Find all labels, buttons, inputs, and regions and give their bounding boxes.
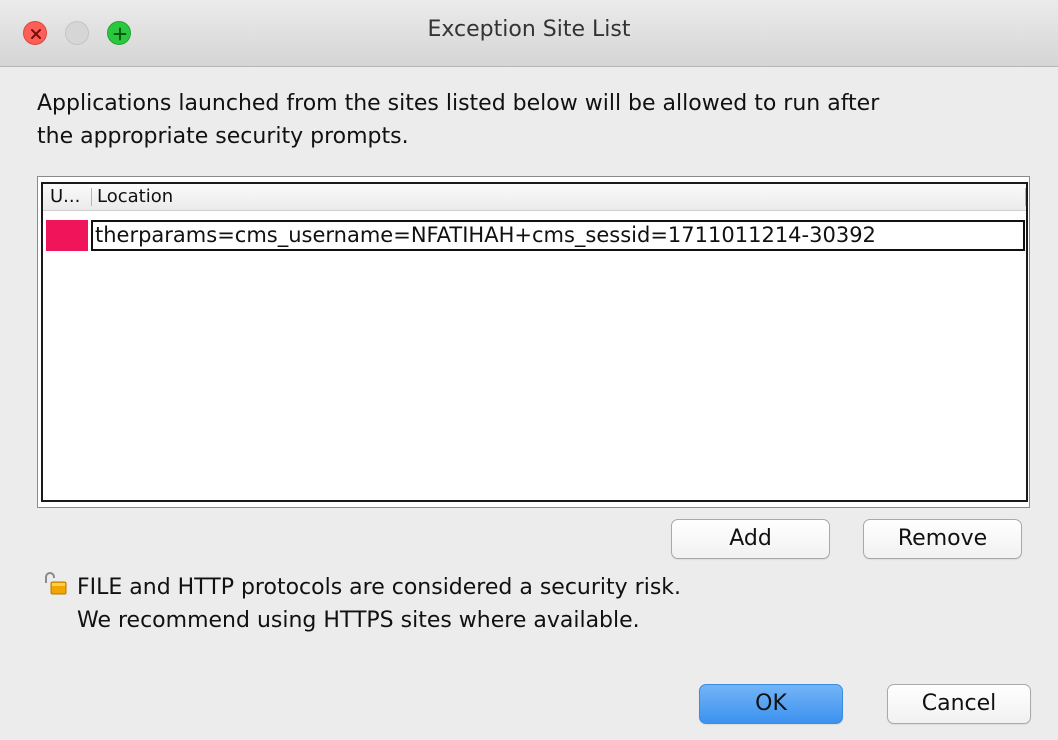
description-text: Applications launched from the sites lis…	[37, 87, 1027, 153]
security-warning: FILE and HTTP protocols are considered a…	[77, 571, 681, 637]
description-line-1: Applications launched from the sites lis…	[37, 91, 880, 116]
table-row[interactable]: therparams=cms_username=NFATIHAH+cms_ses…	[43, 217, 1026, 251]
remove-button[interactable]: Remove	[863, 519, 1022, 559]
warning-line-1: FILE and HTTP protocols are considered a…	[77, 575, 682, 600]
description-line-2: the appropriate security prompts.	[37, 124, 409, 149]
title-bar[interactable]: Exception Site List	[0, 0, 1058, 67]
cancel-button[interactable]: Cancel	[887, 684, 1031, 724]
column-header-location[interactable]: Location	[97, 184, 173, 210]
table-header: U... Location	[43, 184, 1026, 211]
column-divider-end	[1025, 188, 1026, 206]
ok-button[interactable]: OK	[699, 684, 843, 724]
status-cell[interactable]	[46, 220, 88, 251]
exception-site-list-dialog: Exception Site List Applications launche…	[0, 0, 1058, 740]
add-button[interactable]: Add	[671, 519, 830, 559]
unlocked-padlock-icon	[45, 572, 67, 595]
location-edit-field[interactable]: therparams=cms_username=NFATIHAH+cms_ses…	[91, 220, 1025, 251]
site-list-table[interactable]: U... Location therparams=cms_username=NF…	[37, 176, 1030, 508]
site-list-table-body[interactable]: U... Location therparams=cms_username=NF…	[41, 182, 1028, 502]
column-divider[interactable]	[91, 188, 92, 206]
column-header-u[interactable]: U...	[50, 184, 90, 210]
window-title: Exception Site List	[427, 17, 631, 42]
warning-line-2: We recommend using HTTPS sites where ava…	[77, 608, 640, 633]
